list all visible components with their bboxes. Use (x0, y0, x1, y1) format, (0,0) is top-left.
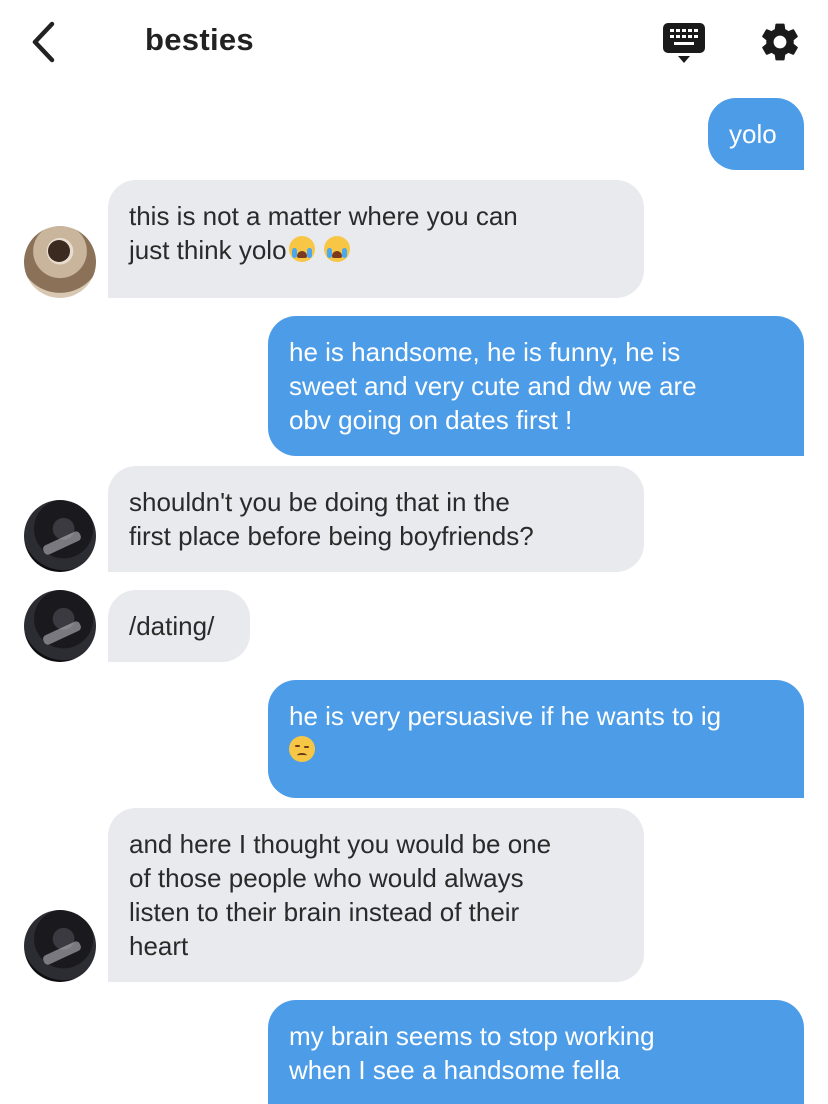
message-text: my brain seems to stop working (289, 1021, 655, 1051)
message-text: obv going on dates first ! (289, 405, 573, 435)
message-bubble-incoming[interactable]: this is not a matter where you can just … (108, 180, 644, 298)
loudly-crying-face-icon (288, 236, 315, 262)
message-text: when I see a handsome fella (289, 1055, 620, 1085)
message-text: yolo (729, 119, 777, 149)
avatar[interactable] (24, 500, 96, 572)
message-bubble-incoming[interactable]: /dating/ (108, 590, 250, 662)
message-text: he is handsome, he is funny, he is (289, 337, 681, 367)
message-text: shouldn't you be doing that in the (129, 487, 510, 517)
message-text: sweet and very cute and dw we are (289, 371, 697, 401)
message-bubble-outgoing[interactable]: he is handsome, he is funny, he is sweet… (268, 316, 804, 456)
woozy-face-icon (289, 736, 315, 762)
avatar[interactable] (24, 590, 96, 662)
message-bubble-outgoing[interactable]: my brain seems to stop working when I se… (268, 1000, 804, 1104)
chat-title: besties (145, 22, 254, 57)
message-bubble-incoming[interactable]: and here I thought you would be one of t… (108, 808, 644, 982)
avatar[interactable] (24, 910, 96, 982)
message-text: of those people who would always (129, 863, 524, 893)
message-text: heart (129, 931, 189, 961)
avatar[interactable] (24, 226, 96, 298)
message-text: first place before being boyfriends? (129, 521, 534, 551)
message-text: just think yolo (129, 235, 287, 265)
message-bubble-outgoing[interactable]: he is very persuasive if he wants to ig (268, 680, 804, 798)
message-bubble-incoming[interactable]: shouldn't you be doing that in the first… (108, 466, 644, 572)
chevron-left-icon[interactable] (26, 20, 66, 64)
message-text: listen to their brain instead of their (129, 897, 520, 927)
message-text: and here I thought you would be one (129, 829, 552, 859)
message-text: he is very persuasive if he wants to ig (289, 701, 722, 731)
message-text: this is not a matter where you can (129, 201, 518, 231)
message-text: /dating/ (129, 611, 215, 641)
chat-header: besties (0, 0, 828, 86)
gear-icon[interactable] (758, 20, 802, 64)
message-bubble-outgoing[interactable]: yolo (708, 98, 804, 170)
loudly-crying-face-icon (323, 236, 350, 262)
keyboard-icon[interactable] (662, 22, 706, 66)
